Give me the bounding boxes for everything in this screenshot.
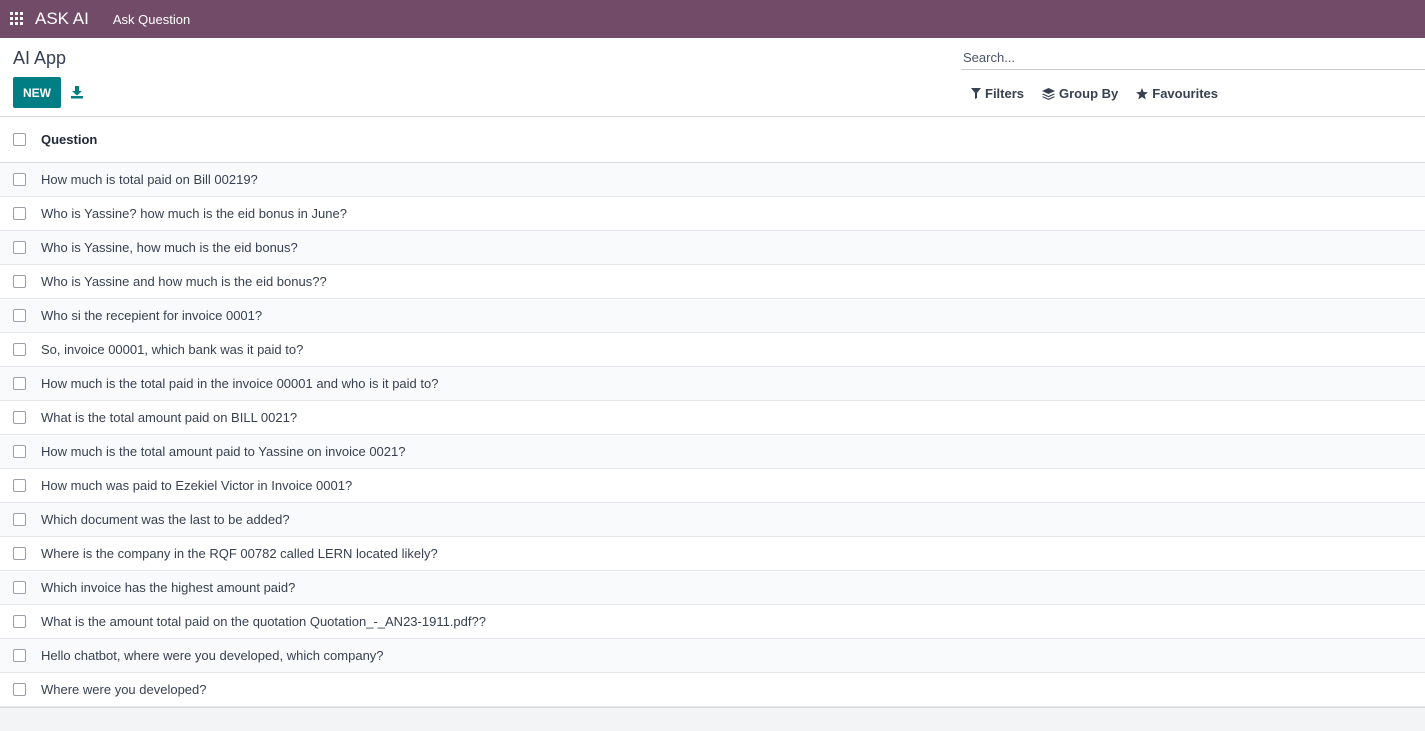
row-checkbox[interactable]: [13, 445, 26, 458]
row-checkbox[interactable]: [13, 241, 26, 254]
question-cell: Who is Yassine? how much is the eid bonu…: [41, 206, 347, 221]
table-row[interactable]: Who si the recepient for invoice 0001?: [0, 299, 1425, 333]
question-cell: How much was paid to Ezekiel Victor in I…: [41, 478, 353, 493]
app-brand[interactable]: ASK AI: [35, 9, 89, 29]
table-row[interactable]: Which document was the last to be added?: [0, 503, 1425, 537]
table-row[interactable]: So, invoice 00001, which bank was it pai…: [0, 333, 1425, 367]
search-options: Filters Group By Favourites: [971, 86, 1236, 101]
row-checkbox[interactable]: [13, 309, 26, 322]
layers-icon: [1042, 87, 1056, 100]
page-title: AI App: [13, 48, 67, 68]
row-checkbox[interactable]: [13, 275, 26, 288]
question-cell: Where is the company in the RQF 00782 ca…: [41, 546, 438, 561]
table-row[interactable]: What is the total amount paid on BILL 00…: [0, 401, 1425, 435]
favourites-button[interactable]: Favourites: [1136, 86, 1218, 101]
table-row[interactable]: What is the amount total paid on the quo…: [0, 605, 1425, 639]
list-header: Question: [0, 117, 1425, 163]
table-row[interactable]: Where is the company in the RQF 00782 ca…: [0, 537, 1425, 571]
filters-button[interactable]: Filters: [971, 86, 1024, 101]
control-panel: AI App NEW Filters Group By Fa: [0, 38, 1425, 117]
table-row[interactable]: Who is Yassine and how much is the eid b…: [0, 265, 1425, 299]
question-cell: Where were you developed?: [41, 682, 207, 697]
question-cell: So, invoice 00001, which bank was it pai…: [41, 342, 304, 357]
row-checkbox[interactable]: [13, 513, 26, 526]
filter-icon: [971, 88, 981, 99]
question-cell: How much is the total paid in the invoic…: [41, 376, 439, 391]
favourites-label: Favourites: [1152, 86, 1218, 101]
new-button[interactable]: NEW: [13, 77, 61, 108]
top-navbar: ASK AI Ask Question: [0, 0, 1425, 38]
row-checkbox[interactable]: [13, 581, 26, 594]
search-input[interactable]: [961, 46, 1425, 70]
row-checkbox[interactable]: [13, 479, 26, 492]
question-cell: Hello chatbot, where were you developed,…: [41, 648, 384, 663]
question-cell: What is the total amount paid on BILL 00…: [41, 410, 298, 425]
list-rows: How much is total paid on Bill 00219? Who…: [0, 163, 1425, 707]
question-cell: Who is Yassine, how much is the eid bonu…: [41, 240, 298, 255]
row-checkbox[interactable]: [13, 173, 26, 186]
row-checkbox[interactable]: [13, 207, 26, 220]
question-cell: What is the amount total paid on the quo…: [41, 614, 486, 629]
table-row[interactable]: How much is total paid on Bill 00219?: [0, 163, 1425, 197]
column-header-question[interactable]: Question: [41, 132, 97, 147]
apps-grid-icon[interactable]: [10, 12, 24, 26]
row-checkbox[interactable]: [13, 649, 26, 662]
star-icon: [1136, 87, 1149, 99]
question-cell: Who si the recepient for invoice 0001?: [41, 308, 263, 323]
group-by-button[interactable]: Group By: [1042, 86, 1118, 101]
menu-ask-question[interactable]: Ask Question: [113, 12, 190, 27]
table-row[interactable]: Which invoice has the highest amount pai…: [0, 571, 1425, 605]
question-cell: Which invoice has the highest amount pai…: [41, 580, 296, 595]
table-row[interactable]: Who is Yassine? how much is the eid bonu…: [0, 197, 1425, 231]
table-row[interactable]: Where were you developed?: [0, 673, 1425, 707]
group-by-label: Group By: [1059, 86, 1119, 101]
row-checkbox[interactable]: [13, 547, 26, 560]
row-checkbox[interactable]: [13, 411, 26, 424]
table-row[interactable]: How much is the total amount paid to Yas…: [0, 435, 1425, 469]
table-row[interactable]: Hello chatbot, where were you developed,…: [0, 639, 1425, 673]
filters-label: Filters: [985, 86, 1025, 101]
list-view: Question How much is total paid on Bill …: [0, 117, 1425, 708]
table-row[interactable]: How much is the total paid in the invoic…: [0, 367, 1425, 401]
row-checkbox[interactable]: [13, 683, 26, 696]
row-checkbox[interactable]: [13, 343, 26, 356]
question-cell: How much is total paid on Bill 00219?: [41, 172, 258, 187]
question-cell: How much is the total amount paid to Yas…: [41, 444, 406, 459]
row-checkbox[interactable]: [13, 377, 26, 390]
row-checkbox[interactable]: [13, 615, 26, 628]
table-row[interactable]: How much was paid to Ezekiel Victor in I…: [0, 469, 1425, 503]
question-cell: Who is Yassine and how much is the eid b…: [41, 274, 327, 289]
question-cell: Which document was the last to be added?: [41, 512, 290, 527]
download-icon[interactable]: [70, 85, 84, 99]
select-all-checkbox[interactable]: [13, 133, 26, 146]
table-row[interactable]: Who is Yassine, how much is the eid bonu…: [0, 231, 1425, 265]
